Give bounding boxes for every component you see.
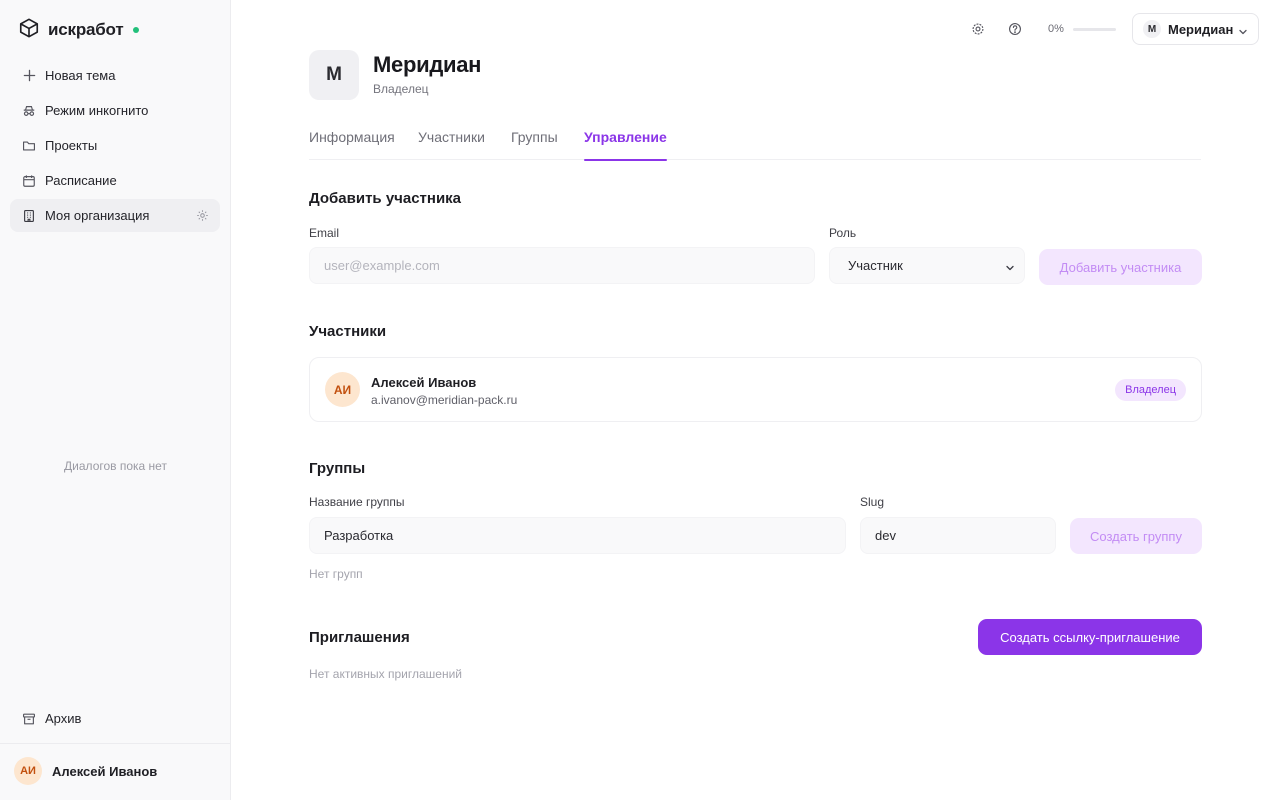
folder-icon (22, 139, 36, 153)
building-icon (22, 209, 36, 223)
sidebar-item-my-organization[interactable]: Моя организация (10, 199, 220, 232)
incognito-icon (22, 104, 36, 118)
tab-info[interactable]: Информация (309, 129, 395, 160)
tab-members[interactable]: Участники (418, 129, 485, 160)
chevron-down-icon (1238, 24, 1248, 35)
sidebar-item-projects[interactable]: Проекты (10, 129, 220, 162)
settings-gear-icon[interactable] (971, 22, 985, 36)
no-invites-text: Нет активных приглашений (309, 667, 462, 681)
avatar: АИ (14, 757, 42, 785)
groups-heading: Группы (309, 460, 366, 477)
role-badge: Владелец (1115, 379, 1186, 401)
email-input[interactable] (309, 247, 815, 284)
archive-icon (22, 712, 36, 726)
sidebar-item-label: Режим инкогнито (45, 103, 149, 118)
status-dot (133, 27, 140, 33)
page-title: Меридиан (373, 52, 482, 77)
no-groups-text: Нет групп (309, 567, 363, 581)
sidebar-item-label: Моя организация (45, 208, 150, 223)
slug-input[interactable] (860, 517, 1056, 554)
org-switch-avatar: М (1143, 20, 1161, 38)
gear-icon[interactable] (196, 209, 209, 222)
group-name-input[interactable] (309, 517, 846, 554)
role-select[interactable]: Участник (829, 247, 1025, 284)
sidebar-item-label: Расписание (45, 173, 117, 188)
members-heading: Участники (309, 323, 387, 340)
sidebar-item-incognito[interactable]: Режим инкогнито (10, 94, 220, 127)
usage-progress-bar (1073, 28, 1116, 31)
logo[interactable]: искработ (18, 17, 140, 44)
sidebar-item-label: Новая тема (45, 68, 116, 83)
create-invite-link-button[interactable]: Создать ссылку-приглашение (978, 619, 1202, 655)
chevron-down-icon (1005, 261, 1015, 271)
archive-section: Архив (10, 702, 220, 737)
member-email: a.ivanov@meridian-pack.ru (371, 393, 518, 407)
organization-switcher[interactable]: М Меридиан (1132, 13, 1259, 45)
tab-bar: Информация Участники Группы Управление (309, 129, 1201, 161)
avatar: АИ (325, 372, 360, 407)
add-member-button[interactable]: Добавить участника (1039, 249, 1202, 285)
help-icon[interactable] (1008, 22, 1022, 36)
role-label: Роль (829, 226, 857, 240)
sidebar-divider (0, 743, 230, 744)
user-name: Алексей Иванов (52, 763, 158, 779)
cube-logo-icon (18, 17, 40, 44)
calendar-icon (22, 174, 36, 188)
org-switch-label: Меридиан (1168, 21, 1234, 37)
app-name: искработ (48, 20, 124, 39)
sidebar-item-schedule[interactable]: Расписание (10, 164, 220, 197)
email-label: Email (309, 226, 340, 240)
sidebar-nav: Новая тема Режим инкогнито Проекты Распи… (10, 59, 220, 234)
group-name-label: Название группы (309, 495, 405, 509)
role-select-value: Участник (848, 258, 903, 273)
slug-label: Slug (860, 495, 885, 509)
org-avatar: М (309, 50, 359, 100)
sidebar-item-archive[interactable]: Архив (10, 702, 220, 735)
invites-heading: Приглашения (309, 629, 410, 646)
empty-dialogs-text: Диалогов пока нет (64, 459, 167, 473)
usage-percent: 0% (1048, 23, 1064, 35)
sidebar-item-label: Архив (45, 711, 82, 726)
member-row: АИ Алексей Иванов a.ivanov@meridian-pack… (309, 357, 1202, 422)
sidebar-item-new-topic[interactable]: Новая тема (10, 59, 220, 92)
current-user[interactable]: АИ Алексей Иванов (14, 757, 157, 785)
plus-icon (22, 69, 36, 83)
tab-management[interactable]: Управление (584, 129, 667, 161)
sidebar: искработ Новая тема Режим инкогнито Прое… (0, 0, 231, 800)
member-name: Алексей Иванов (371, 375, 477, 390)
org-role: Владелец (373, 82, 429, 96)
sidebar-item-label: Проекты (45, 138, 98, 153)
create-group-button[interactable]: Создать группу (1070, 518, 1202, 554)
tab-groups[interactable]: Группы (511, 129, 558, 160)
add-member-heading: Добавить участника (309, 190, 462, 207)
